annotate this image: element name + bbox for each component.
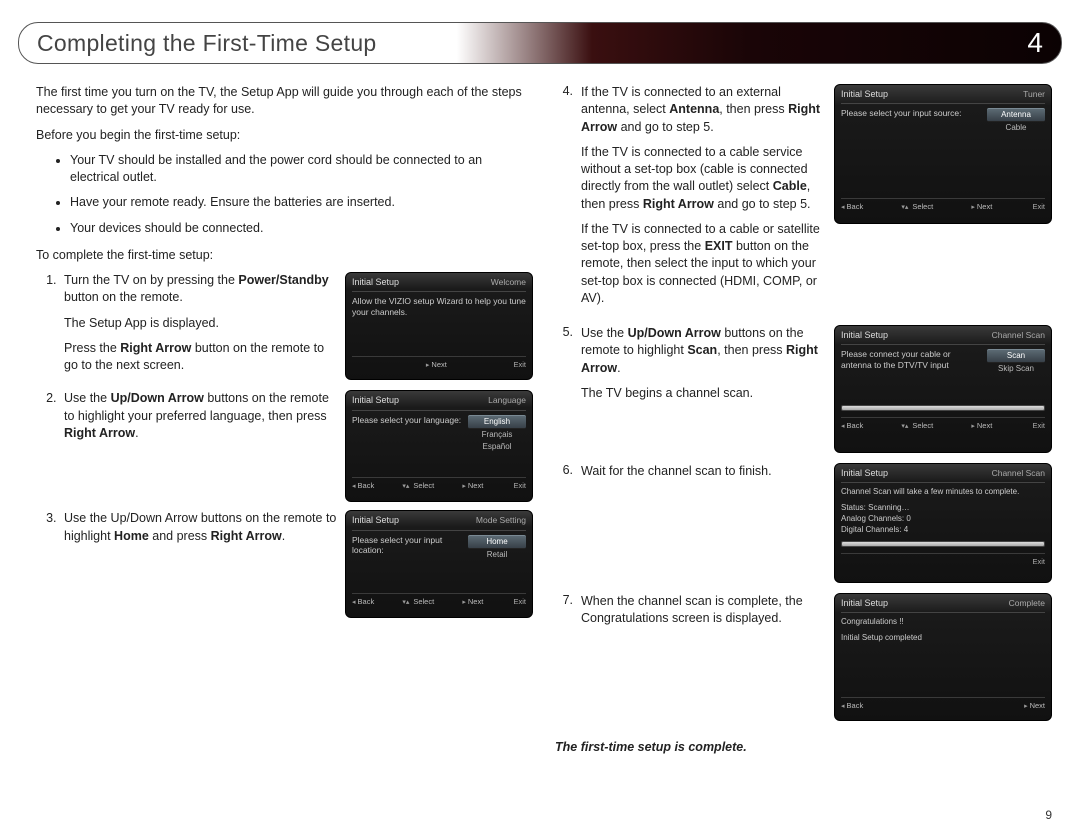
left-column: The first time you turn on the TV, the S… [36,84,533,804]
tv-option: Skip Scan [987,363,1045,375]
tv-screenshot-channel-scan-progress: Initial SetupChannel Scan Channel Scan w… [834,463,1052,583]
step-1-text: Turn the TV on by pressing the Power/Sta… [64,272,337,307]
right-column: 4. If the TV is connected to an external… [555,84,1052,804]
step-7: 7. When the channel scan is complete, th… [555,593,1052,721]
step-2: Use the Up/Down Arrow buttons on the rem… [60,390,533,502]
content-columns: The first time you turn on the TV, the S… [36,84,1052,804]
tv-screenshot-channel-scan-start: Initial SetupChannel Scan Please connect… [834,325,1052,453]
step-3-text: Use the Up/Down Arrow buttons on the rem… [64,510,337,545]
tv-option: Français [468,429,526,441]
chapter-header: Completing the First-Time Setup 4 [18,22,1062,64]
chapter-number: 4 [1027,27,1043,59]
tv-option: Cable [987,122,1045,134]
tv-screenshot-tuner: Initial SetupTuner Please select your in… [834,84,1052,224]
before-heading: Before you begin the first-time setup: [36,127,533,144]
page-number: 9 [1045,808,1052,822]
tv-screenshot-welcome: Initial SetupWelcome Allow the VIZIO set… [345,272,533,380]
tv-option-selected: Antenna [987,108,1045,122]
tv-option-selected: Scan [987,349,1045,363]
tv-screenshot-complete: Initial SetupComplete Congratulations !!… [834,593,1052,721]
step-2-text: Use the Up/Down Arrow buttons on the rem… [64,390,337,442]
step-1-text2: The Setup App is displayed. [64,315,337,332]
tv-screenshot-mode: Initial SetupMode Setting Please select … [345,510,533,618]
step-1: Turn the TV on by pressing the Power/Sta… [60,272,533,382]
before-item: Your TV should be installed and the powe… [70,152,533,187]
scan-progress-bar [841,405,1045,411]
complete-heading: To complete the first-time setup: [36,247,533,264]
before-list: Your TV should be installed and the powe… [36,152,533,237]
tv-option: Retail [468,549,526,561]
tv-screenshot-language: Initial SetupLanguage Please select your… [345,390,533,502]
step-1-text3: Press the Right Arrow button on the remo… [64,340,337,375]
tv-option-selected: English [468,415,526,429]
before-item: Have your remote ready. Ensure the batte… [70,194,533,211]
tv-option: Español [468,441,526,453]
step-3: Use the Up/Down Arrow buttons on the rem… [60,510,533,618]
tv-option-selected: Home [468,535,526,549]
step-4: 4. If the TV is connected to an external… [555,84,1052,315]
exit-icon: Exit [511,360,526,371]
chapter-title: Completing the First-Time Setup [37,30,377,57]
intro-text: The first time you turn on the TV, the S… [36,84,533,119]
step-6: 6. Wait for the channel scan to finish. … [555,463,1052,583]
scan-progress-bar [841,541,1045,547]
before-item: Your devices should be connected. [70,220,533,237]
steps-left: Turn the TV on by pressing the Power/Sta… [36,272,533,618]
setup-complete-note: The first-time setup is complete. [555,739,1052,756]
step-5: 5. Use the Up/Down Arrow buttons on the … [555,325,1052,453]
